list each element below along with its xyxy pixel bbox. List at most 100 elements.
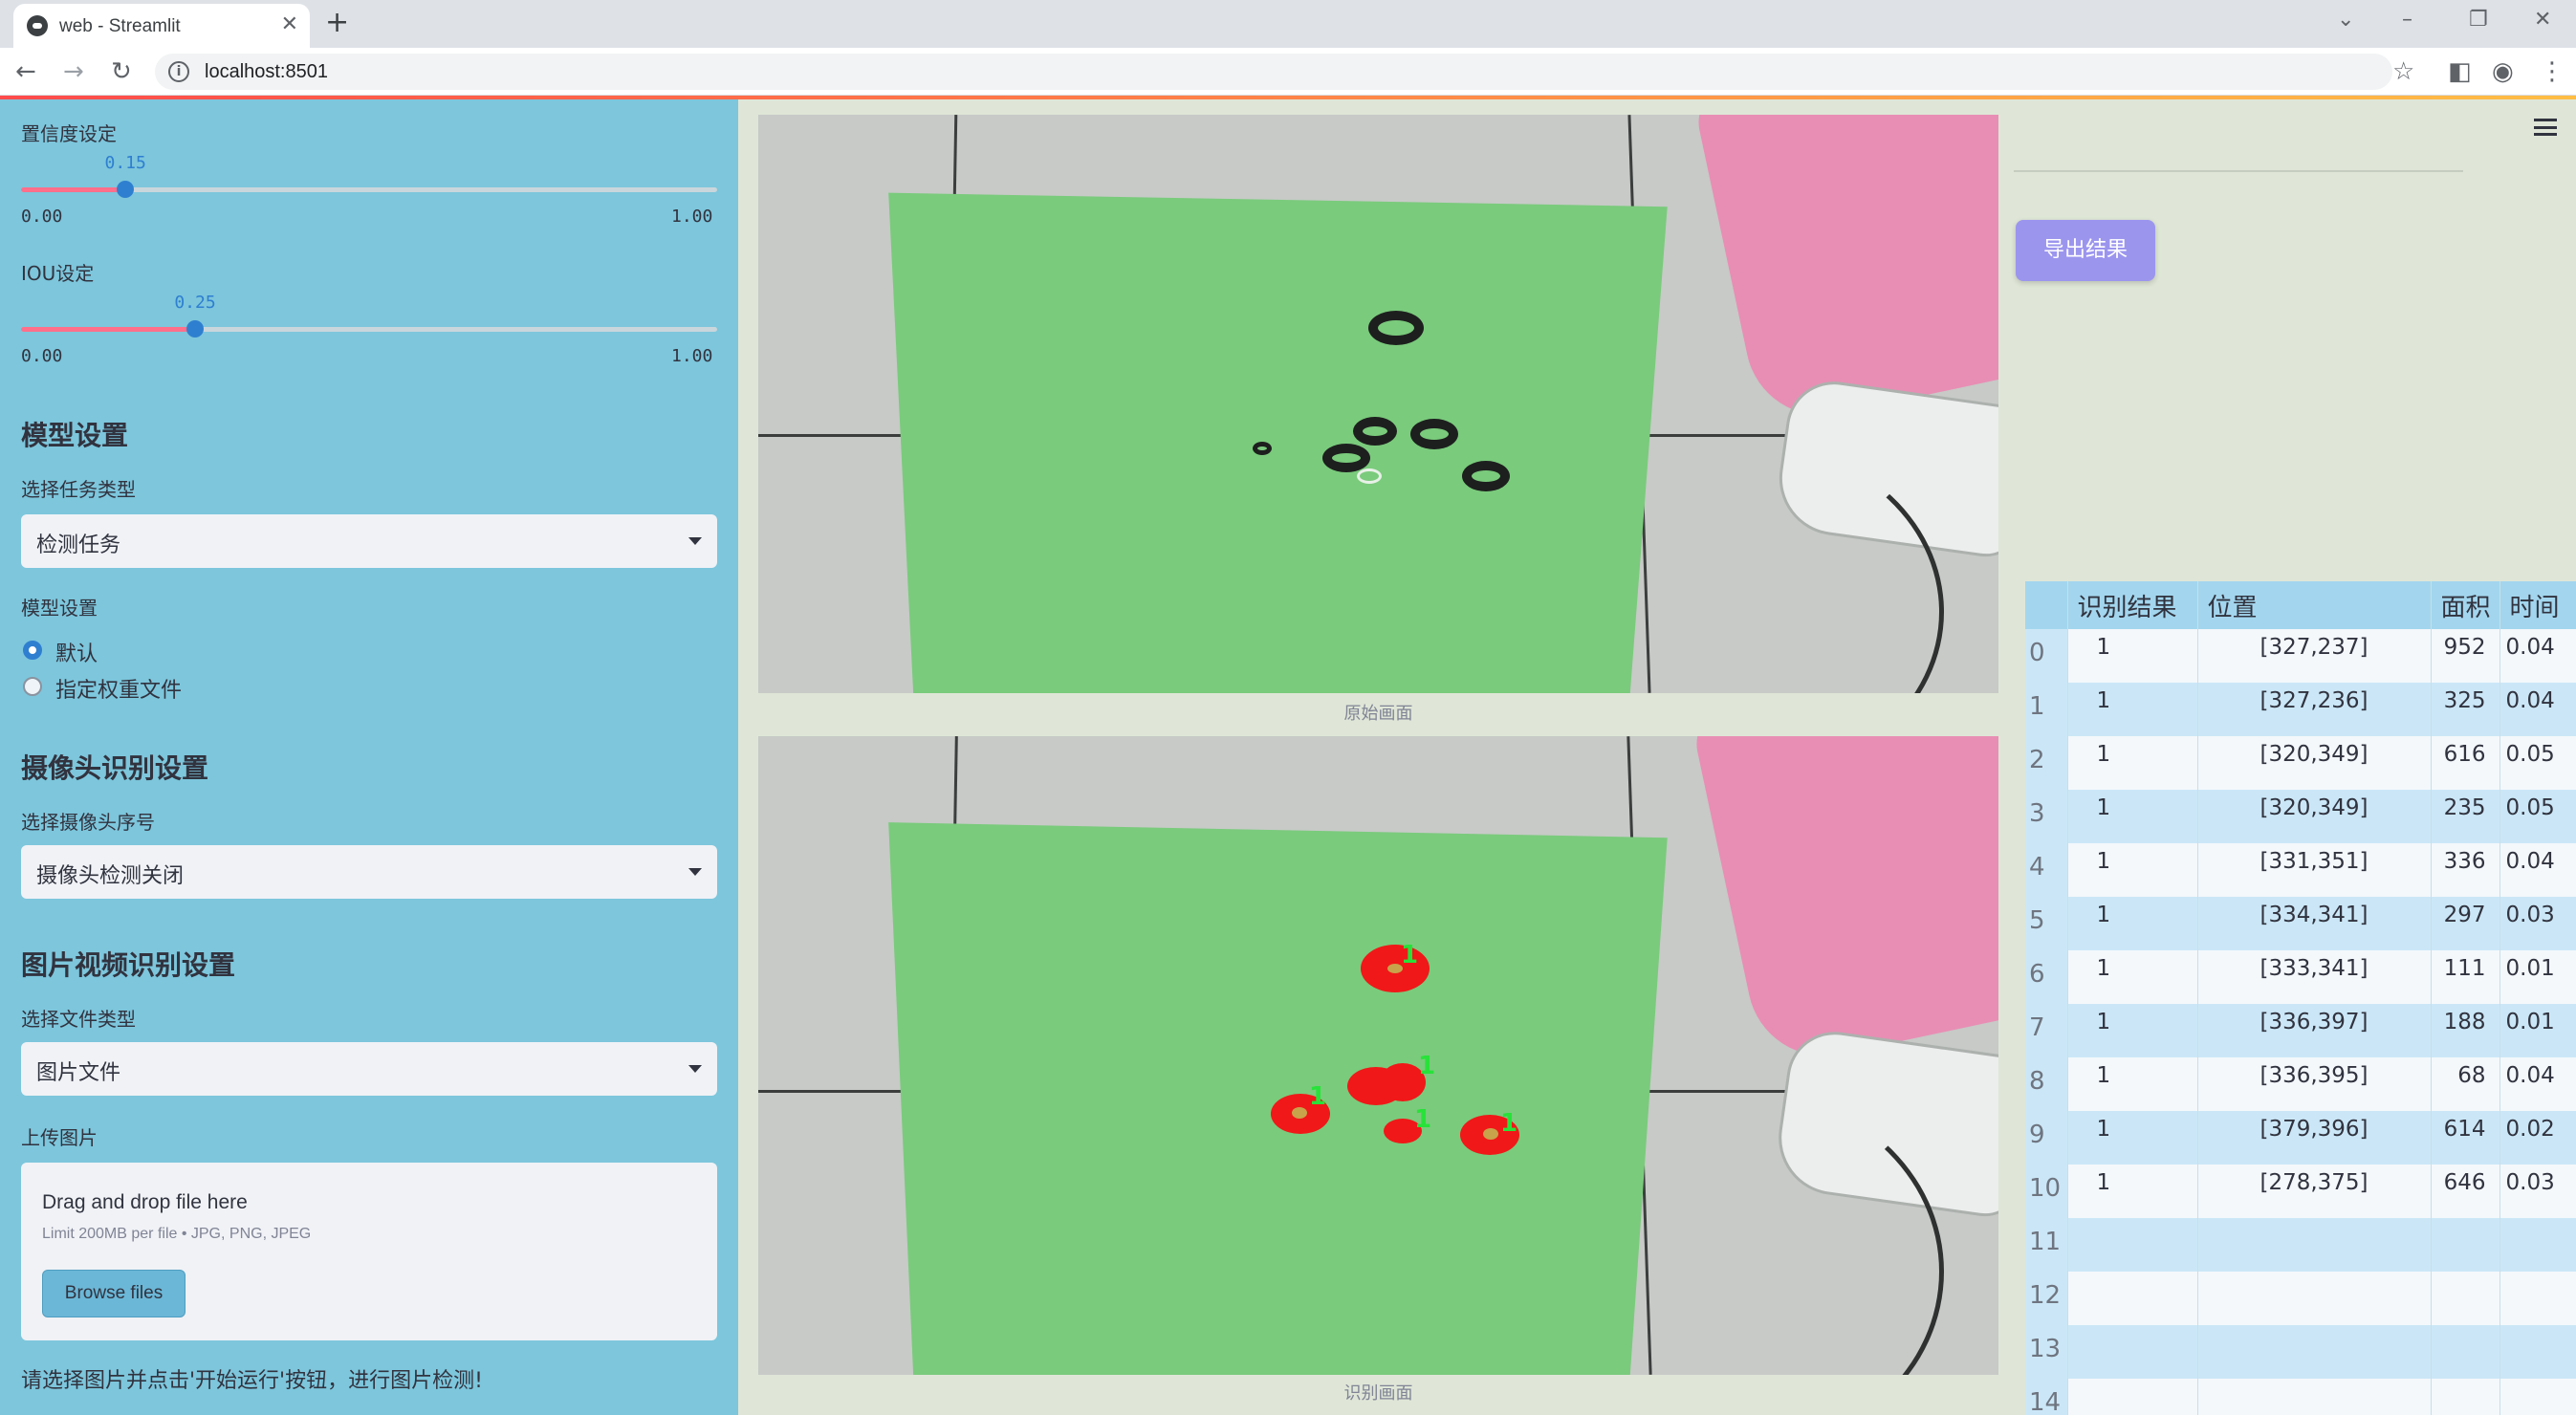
cell-result[interactable] xyxy=(2067,1272,2198,1325)
minimize-icon[interactable]: – xyxy=(2402,8,2412,32)
camera-index-select[interactable]: 摄像头检测关闭 xyxy=(21,845,717,899)
cell-position[interactable]: [278,375] xyxy=(2197,1165,2432,1218)
export-results-button[interactable]: 导出结果 xyxy=(2016,220,2155,281)
cell-time[interactable]: 0.01 xyxy=(2500,1004,2576,1057)
header-time[interactable]: 时间 xyxy=(2500,581,2576,629)
row-index[interactable]: 1 xyxy=(2025,683,2068,736)
table-row[interactable]: 11 xyxy=(2025,1218,2576,1272)
row-index[interactable]: 2 xyxy=(2025,736,2068,790)
confidence-slider-thumb[interactable] xyxy=(117,181,135,198)
row-index[interactable]: 7 xyxy=(2025,1004,2068,1057)
cell-area[interactable] xyxy=(2431,1325,2500,1379)
task-type-select[interactable]: 检测任务 xyxy=(21,514,717,568)
row-index[interactable]: 8 xyxy=(2025,1057,2068,1111)
cell-time[interactable]: 0.05 xyxy=(2500,790,2576,843)
table-row[interactable]: 10 1 [278,375] 646 0.03 xyxy=(2025,1165,2576,1218)
cell-position[interactable]: [320,349] xyxy=(2197,790,2432,843)
browse-files-button[interactable]: Browse files xyxy=(42,1270,186,1317)
cell-result[interactable]: 1 xyxy=(2067,1057,2198,1111)
row-index[interactable]: 11 xyxy=(2025,1218,2068,1272)
browser-tab[interactable]: web - Streamlit ✕ xyxy=(13,4,310,48)
iou-slider[interactable] xyxy=(21,320,717,337)
table-row[interactable]: 0 1 [327,237] 952 0.04 xyxy=(2025,629,2576,683)
cell-position[interactable]: [333,341] xyxy=(2197,950,2432,1004)
table-row[interactable]: 5 1 [334,341] 297 0.03 xyxy=(2025,897,2576,950)
restore-icon[interactable]: ❐ xyxy=(2469,8,2488,32)
cell-area[interactable]: 68 xyxy=(2431,1057,2500,1111)
header-index[interactable] xyxy=(2025,581,2068,629)
arrow-right-icon[interactable]: → xyxy=(63,57,84,86)
row-index[interactable]: 5 xyxy=(2025,897,2068,950)
row-index[interactable]: 13 xyxy=(2025,1325,2068,1379)
cell-area[interactable]: 616 xyxy=(2431,736,2500,790)
cell-time[interactable]: 0.01 xyxy=(2500,950,2576,1004)
table-row[interactable]: 14 xyxy=(2025,1379,2576,1415)
cell-position[interactable]: [327,236] xyxy=(2197,683,2432,736)
cell-area[interactable] xyxy=(2431,1272,2500,1325)
close-window-icon[interactable]: ✕ xyxy=(2534,8,2551,32)
cell-position[interactable]: [336,397] xyxy=(2197,1004,2432,1057)
cell-time[interactable]: 0.04 xyxy=(2500,1057,2576,1111)
row-index[interactable]: 12 xyxy=(2025,1272,2068,1325)
info-icon[interactable]: i xyxy=(168,61,189,82)
cell-time[interactable] xyxy=(2500,1272,2576,1325)
cell-area[interactable]: 614 xyxy=(2431,1111,2500,1165)
cell-result[interactable]: 1 xyxy=(2067,843,2198,897)
table-row[interactable]: 7 1 [336,397] 188 0.01 xyxy=(2025,1004,2576,1057)
results-table[interactable]: 识别结果 位置 面积 时间 0 1 [327,237] 952 0.04 1 1 [327,2… xyxy=(2025,581,2576,1415)
cell-result[interactable]: 1 xyxy=(2067,790,2198,843)
cell-area[interactable]: 188 xyxy=(2431,1004,2500,1057)
cell-time[interactable]: 0.04 xyxy=(2500,629,2576,683)
cell-time[interactable]: 0.03 xyxy=(2500,897,2576,950)
row-index[interactable]: 14 xyxy=(2025,1379,2068,1415)
cell-area[interactable]: 325 xyxy=(2431,683,2500,736)
cell-result[interactable] xyxy=(2067,1218,2198,1272)
cell-time[interactable]: 0.02 xyxy=(2500,1111,2576,1165)
table-row[interactable]: 6 1 [333,341] 111 0.01 xyxy=(2025,950,2576,1004)
cell-result[interactable]: 1 xyxy=(2067,683,2198,736)
cell-position[interactable]: [336,395] xyxy=(2197,1057,2432,1111)
cell-position[interactable] xyxy=(2197,1325,2432,1379)
header-position[interactable]: 位置 xyxy=(2197,581,2432,629)
cell-time[interactable] xyxy=(2500,1379,2576,1415)
table-row[interactable]: 13 xyxy=(2025,1325,2576,1379)
arrow-left-icon[interactable]: ← xyxy=(15,57,36,86)
cell-area[interactable]: 297 xyxy=(2431,897,2500,950)
new-tab-icon[interactable]: + xyxy=(325,6,349,39)
table-row[interactable]: 1 1 [327,236] 325 0.04 xyxy=(2025,683,2576,736)
file-type-select[interactable]: 图片文件 xyxy=(21,1042,717,1096)
cell-area[interactable]: 235 xyxy=(2431,790,2500,843)
url-field[interactable]: i localhost:8501 xyxy=(155,54,2392,90)
side-panel-icon[interactable]: ◧ xyxy=(2448,57,2472,86)
cell-position[interactable]: [327,237] xyxy=(2197,629,2432,683)
cell-position[interactable] xyxy=(2197,1218,2432,1272)
cell-area[interactable]: 646 xyxy=(2431,1165,2500,1218)
star-icon[interactable]: ☆ xyxy=(2392,57,2414,86)
hamburger-menu-icon[interactable] xyxy=(2534,119,2557,136)
header-area[interactable]: 面积 xyxy=(2431,581,2500,629)
row-index[interactable]: 3 xyxy=(2025,790,2068,843)
kebab-menu-icon[interactable]: ⋮ xyxy=(2540,57,2565,86)
radio-default-label[interactable]: 默认 xyxy=(55,637,98,667)
cell-time[interactable]: 0.05 xyxy=(2500,736,2576,790)
cell-position[interactable]: [379,396] xyxy=(2197,1111,2432,1165)
cell-area[interactable] xyxy=(2431,1379,2500,1415)
tab-search-icon[interactable]: ⌄ xyxy=(2337,8,2354,32)
cell-position[interactable]: [331,351] xyxy=(2197,843,2432,897)
radio-default[interactable] xyxy=(23,641,42,660)
profile-icon[interactable]: ◉ xyxy=(2492,57,2514,86)
cell-time[interactable]: 0.04 xyxy=(2500,843,2576,897)
table-row[interactable]: 2 1 [320,349] 616 0.05 xyxy=(2025,736,2576,790)
file-uploader-dropzone[interactable]: Drag and drop file here Limit 200MB per … xyxy=(21,1163,717,1340)
row-index[interactable]: 4 xyxy=(2025,843,2068,897)
cell-position[interactable] xyxy=(2197,1379,2432,1415)
header-result[interactable]: 识别结果 xyxy=(2067,581,2198,629)
cell-time[interactable] xyxy=(2500,1218,2576,1272)
cell-result[interactable]: 1 xyxy=(2067,1111,2198,1165)
radio-custom-weights[interactable] xyxy=(23,677,42,696)
cell-time[interactable]: 0.03 xyxy=(2500,1165,2576,1218)
cell-result[interactable]: 1 xyxy=(2067,629,2198,683)
cell-position[interactable]: [320,349] xyxy=(2197,736,2432,790)
cell-area[interactable] xyxy=(2431,1218,2500,1272)
cell-result[interactable] xyxy=(2067,1325,2198,1379)
